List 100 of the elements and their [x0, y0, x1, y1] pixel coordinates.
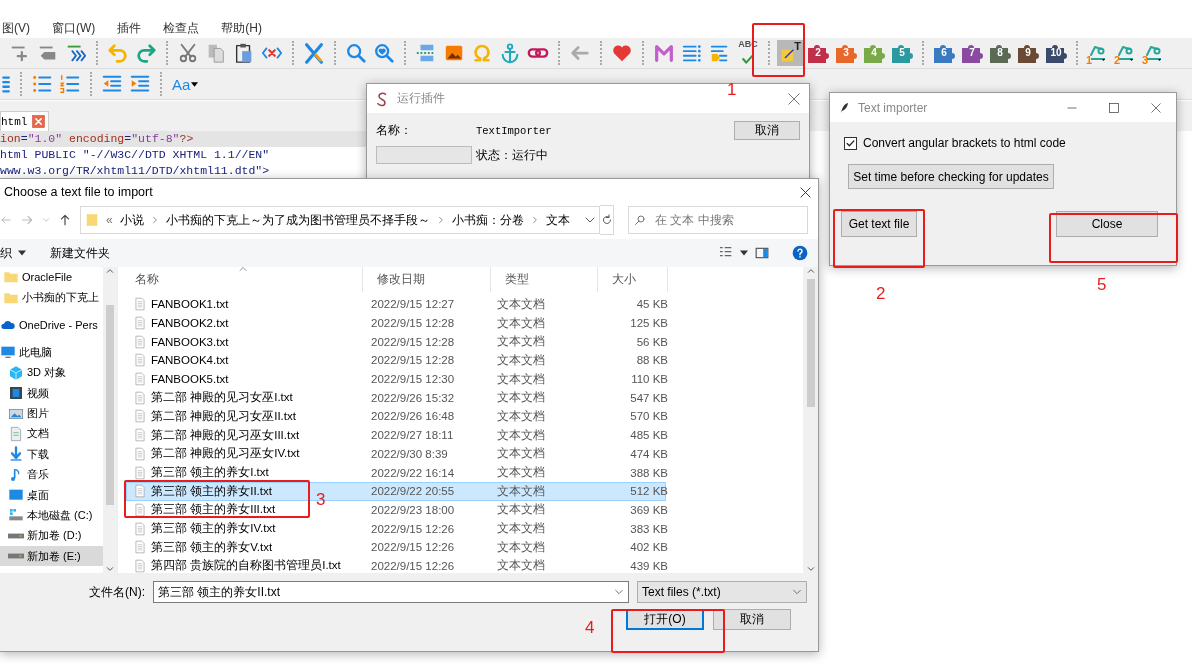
file-tab[interactable]: html: [0, 111, 50, 131]
plugin-button[interactable]: 10: [1043, 40, 1069, 66]
nav-item[interactable]: 图片: [0, 403, 103, 424]
menu-item[interactable]: 插件: [115, 19, 144, 37]
drive-icon: [8, 532, 24, 539]
cut-icon[interactable]: [177, 42, 199, 64]
scrollbar[interactable]: [803, 267, 818, 573]
forward-icon[interactable]: [20, 213, 34, 227]
caret-down-icon: [740, 250, 748, 256]
checkbox[interactable]: [844, 136, 857, 150]
pencil-cross-icon[interactable]: [303, 42, 325, 64]
text-file-icon: [133, 427, 147, 444]
file-row[interactable]: 第二部 神殿的见习巫女III.txt 2022/9/27 18:11 文本文档 485 KB: [126, 425, 666, 445]
close-button[interactable]: Close: [1056, 211, 1158, 237]
file-row[interactable]: FANBOOK3.txt 2022/9/15 12:28 文本文档 56 KB: [126, 332, 666, 352]
breadcrumb[interactable]: 文本: [545, 211, 570, 229]
nav-item[interactable]: 音乐: [0, 464, 103, 485]
search-icon[interactable]: [345, 42, 367, 64]
file-row[interactable]: FANBOOK5.txt 2022/9/15 12:30 文本文档 110 KB: [126, 369, 666, 389]
menu-item[interactable]: 帮助(H): [219, 19, 264, 37]
close-icon[interactable]: [799, 185, 812, 199]
scrollbar[interactable]: [103, 267, 117, 573]
menu-item[interactable]: 检查点: [161, 19, 202, 37]
file-row[interactable]: 第二部 神殿的见习女巫I.txt 2022/9/26 15:32 文本文档 547 KB: [126, 388, 666, 408]
address-bar[interactable]: « 小说 小书痴的下克上～为了成为图书管理员不择手段～ 小书痴：分卷 文本: [80, 206, 600, 234]
filename-field[interactable]: 第三部 领主的养女II.txt: [153, 581, 629, 603]
refresh-button[interactable]: [600, 205, 614, 235]
search-field[interactable]: 在 文本 中搜索: [628, 206, 808, 234]
column-header[interactable]: 修改日期: [377, 272, 425, 287]
column-header[interactable]: 名称: [135, 272, 159, 287]
list-icon[interactable]: [681, 42, 703, 64]
nav-item[interactable]: 此电脑: [0, 342, 103, 363]
drive-icon: [8, 553, 24, 560]
organize-menu[interactable]: 织: [0, 244, 12, 262]
feather-icon: [838, 100, 850, 115]
size-cell-text: 485 KB: [629, 429, 669, 442]
plugin-button[interactable]: 8: [987, 40, 1013, 66]
redo-icon[interactable]: [135, 42, 157, 64]
nav-item[interactable]: 本地磁盘 (C:): [0, 505, 103, 526]
numbered-list-icon[interactable]: [59, 73, 81, 95]
file-row[interactable]: FANBOOK4.txt 2022/9/15 12:28 文本文档 88 KB: [126, 351, 666, 370]
bullet-list-icon[interactable]: [31, 73, 53, 95]
open-button[interactable]: 打开(O): [626, 609, 704, 630]
step-number: 1: [727, 80, 737, 100]
nav-item[interactable]: 新加卷 (D:): [0, 525, 103, 547]
help-icon[interactable]: [792, 245, 808, 261]
menu-item[interactable]: 窗口(W): [50, 19, 98, 37]
anchor-icon[interactable]: [499, 42, 521, 64]
breadcrumb-overflow[interactable]: «: [106, 213, 113, 227]
dialog-title: 运行插件: [397, 90, 446, 107]
file-type-dropdown[interactable]: Text files (*.txt): [637, 581, 807, 603]
file-row[interactable]: FANBOOK1.txt 2022/9/15 12:27 文本文档 45 KB: [126, 295, 666, 314]
up-icon[interactable]: [58, 213, 72, 227]
search-heart-icon[interactable]: [373, 42, 395, 64]
nav-item[interactable]: 小书痴的下克上: [0, 287, 103, 308]
scrollbar-thumb[interactable]: [806, 279, 815, 407]
plugin-button[interactable]: 2: [805, 40, 831, 66]
close-icon[interactable]: [1150, 101, 1162, 114]
plugin-button[interactable]: 9: [1015, 40, 1041, 66]
menu-item[interactable]: 图(V): [0, 19, 32, 37]
nav-item[interactable]: 下载: [0, 444, 103, 465]
nav-item[interactable]: OneDrive - Pers: [0, 314, 103, 336]
column-header[interactable]: 类型: [505, 272, 529, 287]
nav-item[interactable]: 视频: [0, 382, 103, 404]
m-logo-icon[interactable]: [653, 42, 675, 64]
file-row[interactable]: 第三部 领主的养女I.txt 2022/9/22 16:14 文本文档 388 KB: [126, 463, 666, 482]
file-row[interactable]: 第二部 神殿的见习女巫II.txt 2022/9/26 16:48 文本文档 570 KB: [126, 407, 666, 426]
cancel-button[interactable]: 取消: [734, 121, 800, 140]
date-cell-text: 2022/9/22 16:14: [370, 466, 456, 479]
new-folder-button[interactable]: 新建文件夹: [50, 244, 110, 262]
nav-item[interactable]: 3D 对象: [0, 362, 103, 383]
type-cell-text: 文本文档: [497, 446, 546, 462]
breadcrumb[interactable]: 小书痴的下克上～为了成为图书管理员不择手段～: [165, 211, 430, 229]
breadcrumb[interactable]: 小书痴：分卷: [451, 211, 524, 229]
column-header[interactable]: 大小: [612, 272, 636, 287]
align-icon[interactable]: [2, 73, 12, 95]
get-file-button[interactable]: Get text file: [841, 211, 917, 237]
date-cell-text: 2022/9/15 12:26: [370, 541, 456, 554]
maximize-icon[interactable]: [1108, 101, 1120, 114]
nav-item[interactable]: 新加卷 (E:): [0, 546, 103, 567]
preview-pane-icon[interactable]: [754, 246, 770, 260]
breadcrumb[interactable]: 小说: [119, 211, 144, 229]
file-row[interactable]: FANBOOK2.txt 2022/9/15 12:28 文本文档 125 KB: [126, 313, 666, 333]
close-icon[interactable]: [787, 91, 801, 106]
file-row[interactable]: 第二部 神殿的见习巫女IV.txt 2022/9/30 8:39 文本文档 474 KB: [126, 444, 666, 464]
text-importer-button[interactable]: T: [777, 40, 803, 66]
file-row[interactable]: 第三部 领主的养女V.txt 2022/9/15 12:26 文本文档 402 KB: [126, 537, 666, 557]
scrollbar-thumb[interactable]: [106, 305, 114, 505]
plugin-button[interactable]: 6: [931, 40, 957, 66]
back-icon[interactable]: [0, 214, 12, 226]
nav-item[interactable]: 桌面: [0, 484, 103, 506]
dialog-title: Choose a text file to import: [4, 185, 154, 199]
file-row[interactable]: 第三部 领主的养女IV.txt 2022/9/15 12:26 文本文档 383 KB: [126, 519, 666, 538]
nav-item[interactable]: OracleFile: [0, 267, 103, 288]
nav-item[interactable]: 文档: [0, 423, 103, 445]
cancel-button[interactable]: 取消: [713, 609, 791, 630]
plugin-button[interactable]: 7: [959, 40, 985, 66]
file-row[interactable]: 第四部 贵族院的自称图书管理员I.txt 2022/9/15 12:26 文本文档 439 KB: [126, 556, 666, 576]
chevron-down-icon: [614, 587, 624, 597]
settings-button[interactable]: Set time before checking for updates: [848, 164, 1054, 189]
